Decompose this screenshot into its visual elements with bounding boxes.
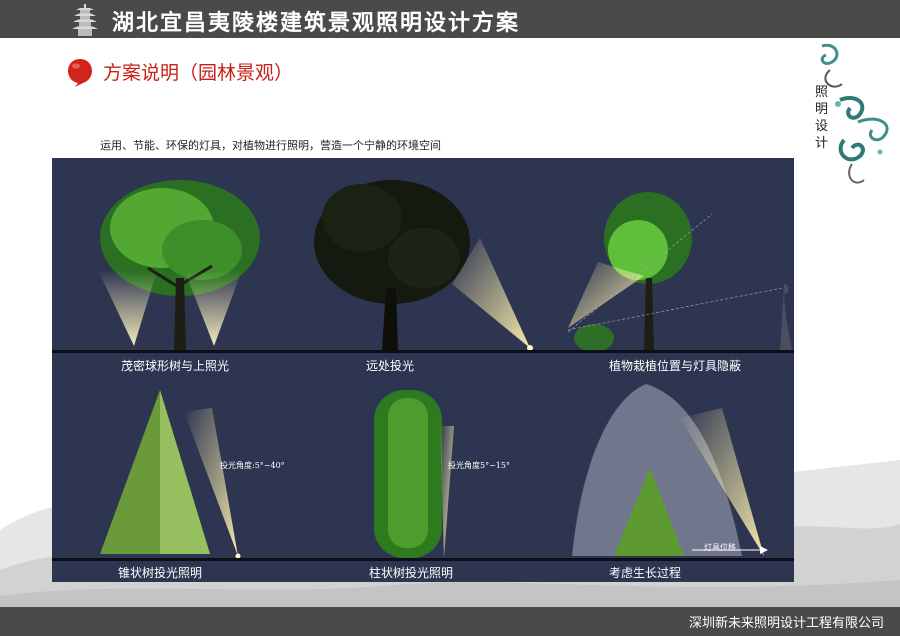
- intro-text: 运用、节能、环保的灯具，对植物进行照明，营造一个宁静的环境空间: [100, 139, 441, 152]
- vertical-slogan: 照 明 设 计: [815, 84, 835, 152]
- fixture-shift-note: 灯具位移: [704, 543, 736, 552]
- beam-angle-note: 投光角度5°~15°: [448, 461, 510, 470]
- growth-process-illustration: [572, 384, 768, 556]
- slogan-char: 明: [815, 102, 829, 117]
- round-tree-uplight-illustration: [98, 180, 260, 350]
- slogan-char: 计: [815, 136, 829, 151]
- panel-caption: 锥状树投光照明: [117, 566, 203, 580]
- hidden-fixture-illustration: [567, 192, 792, 352]
- panel-caption: 植物栽植位置与灯具隐蔽: [608, 359, 742, 373]
- document-title: 湖北宜昌夷陵楼建筑景观照明设计方案: [112, 10, 521, 36]
- lighting-illustration-panel: 茂密球形树与上照光 远处投光 植物栽植位置与灯具隐蔽 锥状树投光照明 柱状树投光…: [52, 158, 794, 582]
- header-bar: 湖北宜昌夷陵楼建筑景观照明设计方案: [0, 0, 900, 38]
- ground-line-bottom: [52, 558, 794, 561]
- conical-tree-floodlight-illustration: [100, 390, 241, 559]
- columnar-tree-floodlight-illustration: [374, 390, 454, 558]
- panel-caption: 远处投光: [365, 359, 415, 373]
- company-name: 深圳新未来照明设计工程有限公司: [688, 616, 884, 631]
- panel-caption: 柱状树投光照明: [368, 566, 454, 580]
- slogan-char: 设: [815, 119, 829, 134]
- ground-line-top: [52, 350, 794, 353]
- pagoda-icon: [72, 4, 98, 36]
- red-chat-bubble-icon: [68, 59, 92, 87]
- beam-angle-note: 投光角度:5°~40°: [220, 461, 285, 470]
- slogan-char: 照: [815, 85, 829, 100]
- section-title: 方案说明（园林景观）: [103, 62, 294, 84]
- panel-caption: 考虑生长过程: [608, 566, 682, 580]
- footer-bar: 深圳新未来照明设计工程有限公司: [0, 607, 900, 636]
- distant-floodlight-illustration: [314, 180, 533, 351]
- panel-caption: 茂密球形树与上照光: [120, 359, 230, 373]
